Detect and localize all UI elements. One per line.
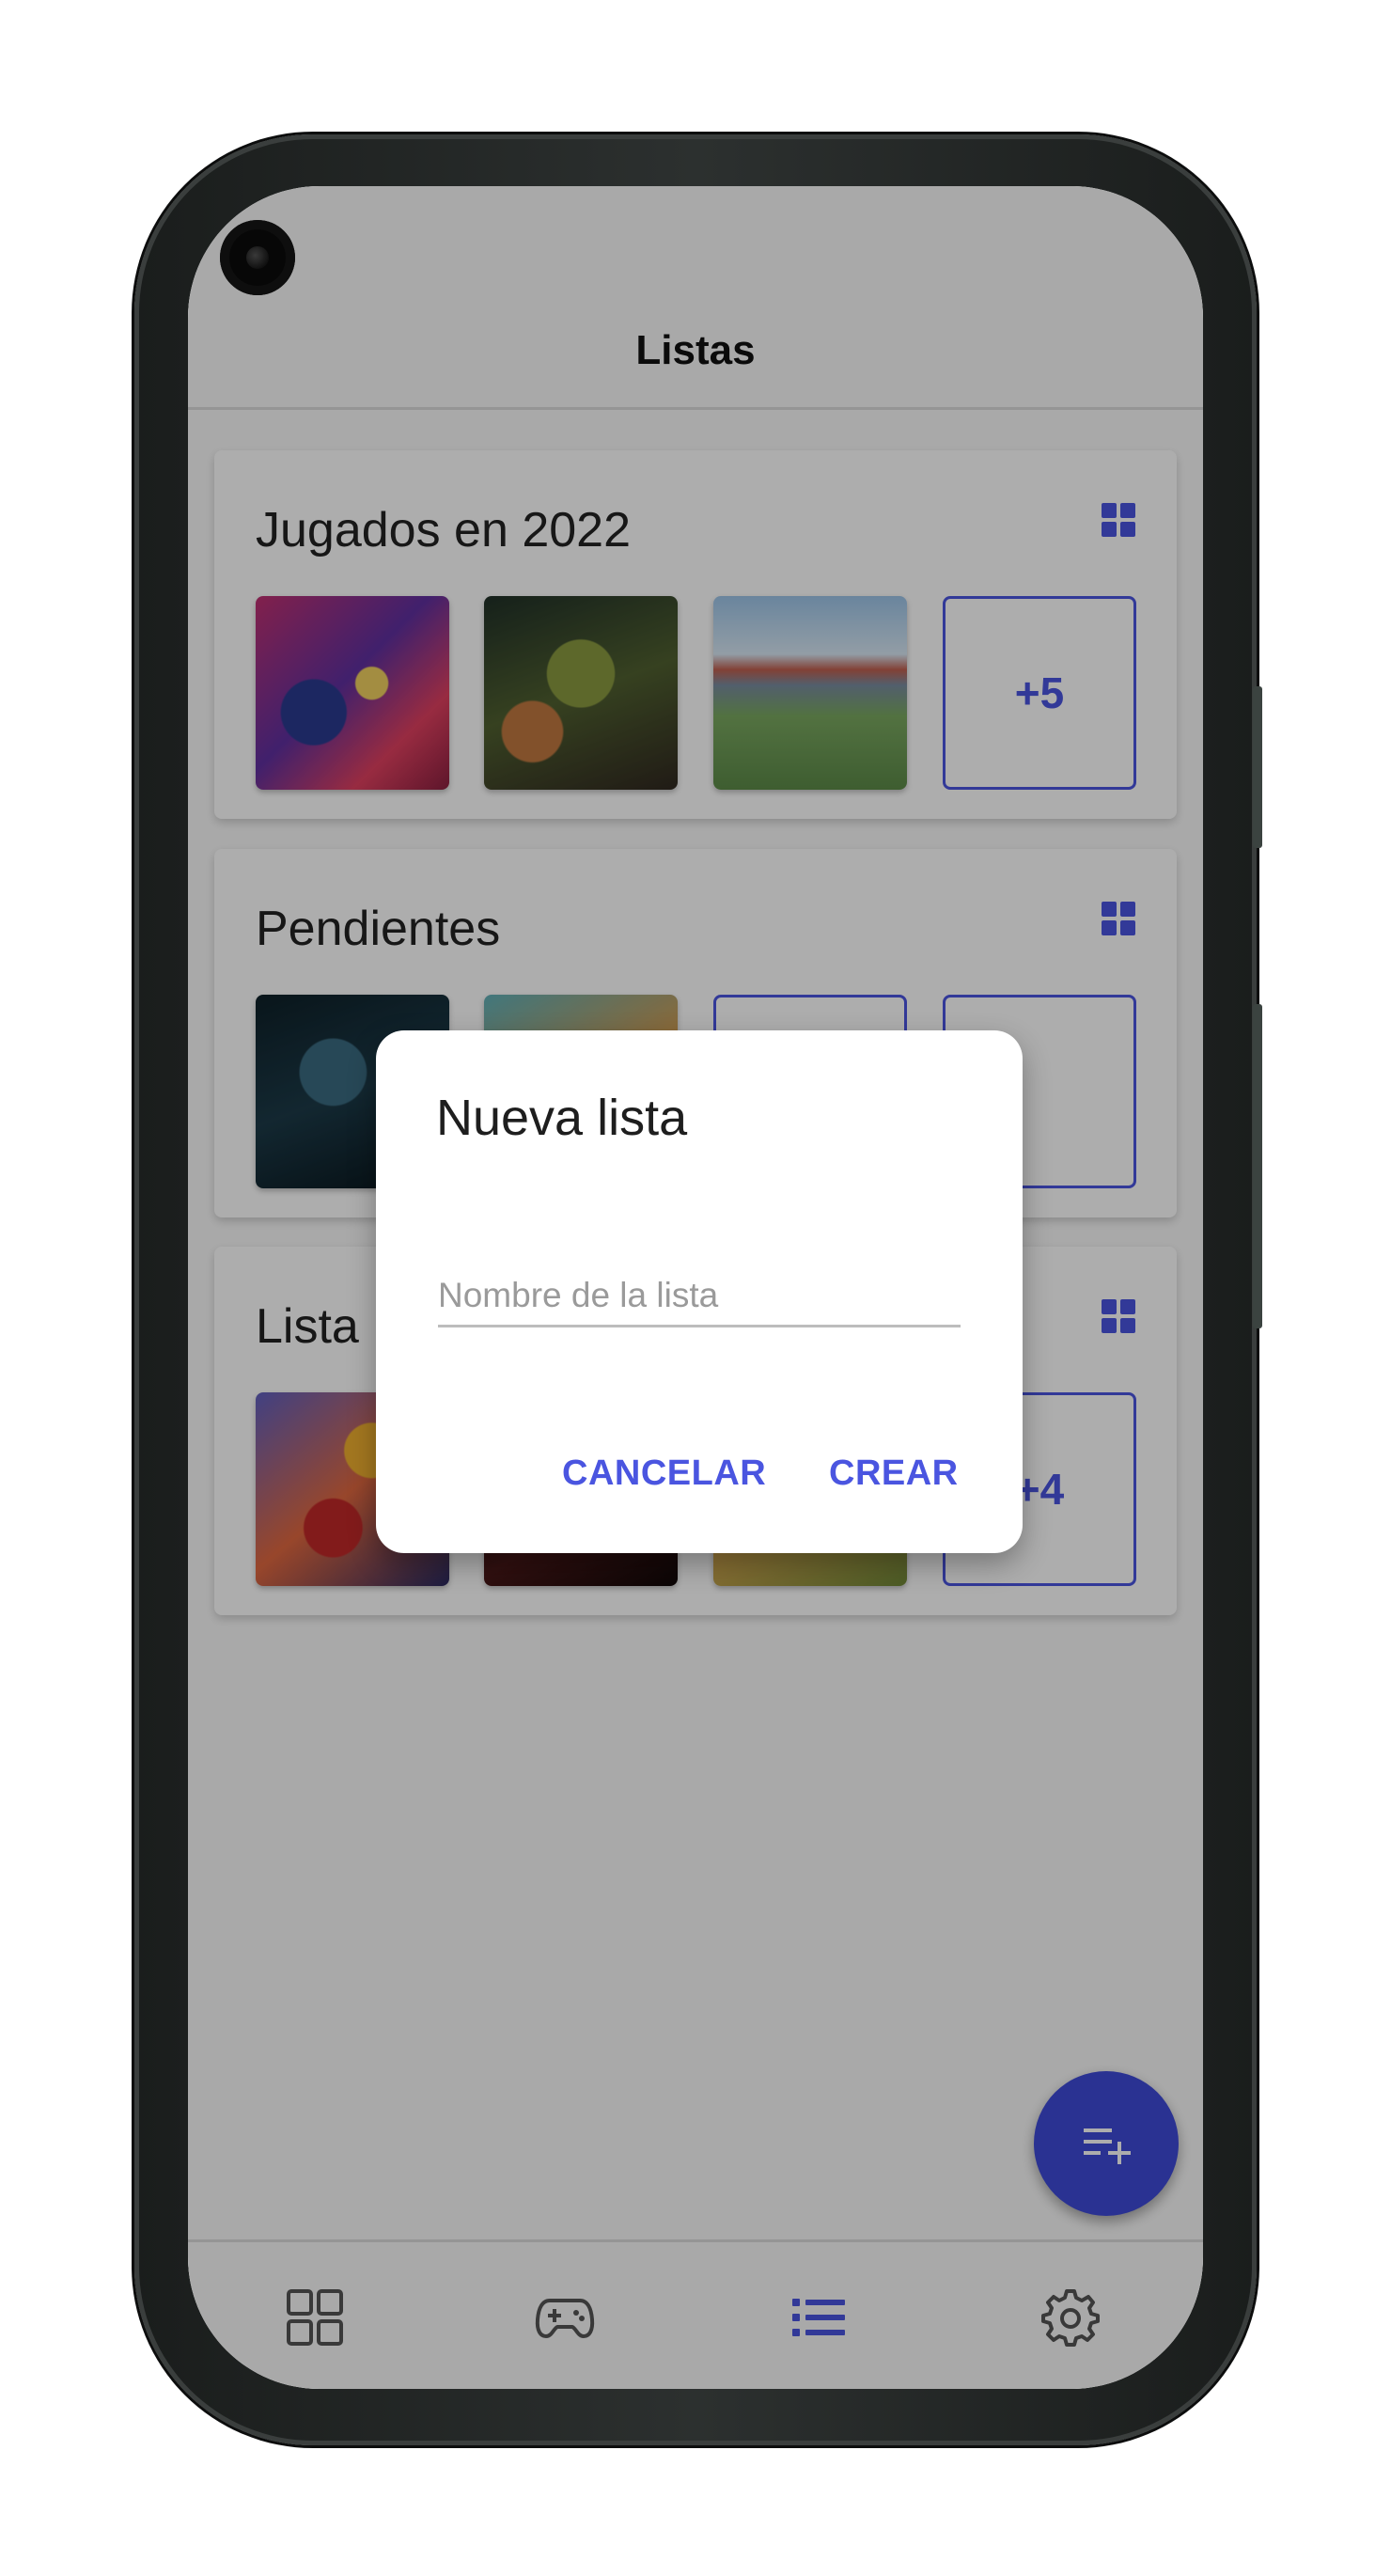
power-button	[1253, 1004, 1262, 1328]
create-button[interactable]: CREAR	[829, 1453, 959, 1494]
screen: Listas Jugados en 2022 +5 Pendientes Lis…	[188, 186, 1203, 2389]
cancel-button[interactable]: CANCELAR	[562, 1453, 766, 1494]
volume-button	[1253, 686, 1262, 848]
list-name-input[interactable]	[438, 1265, 961, 1327]
dialog-title: Nueva lista	[436, 1090, 688, 1146]
new-list-dialog: Nueva lista CANCELAR CREAR	[376, 1030, 1023, 1553]
